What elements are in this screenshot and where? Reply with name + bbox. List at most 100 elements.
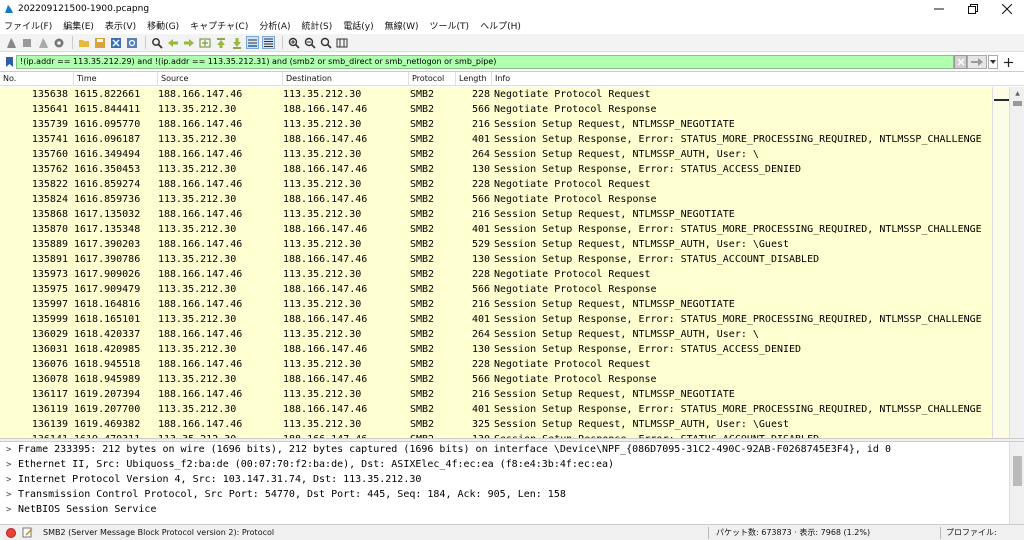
save-file-icon[interactable] — [93, 36, 106, 49]
apply-filter-button[interactable] — [967, 55, 987, 69]
menu-statistics[interactable]: 統計(S) — [302, 19, 333, 32]
minimize-button[interactable] — [922, 0, 956, 17]
packet-row[interactable]: 136139 1619.469382 188.166.147.46 113.35.21… — [0, 417, 1008, 432]
column-header-time[interactable]: Time — [74, 72, 158, 86]
go-back-icon[interactable] — [166, 36, 179, 49]
column-header-no[interactable]: No. — [0, 72, 74, 86]
close-button[interactable] — [990, 0, 1024, 17]
packet-row[interactable]: 135822 1616.859274 188.166.147.46 113.35.21… — [0, 177, 1008, 192]
clear-filter-button[interactable] — [954, 55, 967, 69]
expand-arrow-icon[interactable]: > — [6, 488, 18, 503]
go-last-packet-icon[interactable] — [230, 36, 243, 49]
scroll-up-icon[interactable]: ▲ — [1010, 87, 1024, 100]
packet-row[interactable]: 135997 1618.164816 188.166.147.46 113.35.21… — [0, 297, 1008, 312]
menu-go[interactable]: 移動(G) — [147, 19, 179, 32]
expand-arrow-icon[interactable]: > — [6, 443, 18, 458]
filter-bookmark-icon[interactable] — [2, 55, 16, 69]
menu-edit[interactable]: 編集(E) — [63, 19, 94, 32]
packet-minimap[interactable] — [992, 87, 1009, 438]
column-header-protocol[interactable]: Protocol — [409, 72, 456, 86]
open-file-icon[interactable] — [77, 36, 90, 49]
go-forward-icon[interactable] — [182, 36, 195, 49]
packet-row[interactable]: 136076 1618.945518 188.166.147.46 113.35.21… — [0, 357, 1008, 372]
packet-row[interactable]: 135739 1616.095770 188.166.147.46 113.35.21… — [0, 117, 1008, 132]
menu-tools[interactable]: ツール(T) — [430, 19, 470, 32]
stop-capture-icon[interactable] — [20, 36, 33, 49]
packet-destination: 113.35.212.30 — [283, 419, 362, 430]
detail-row-frame[interactable]: > Frame 233395: 212 bytes on wire (1696 b… — [0, 442, 1024, 457]
colorize-icon[interactable] — [262, 36, 275, 49]
packet-length: 130 — [471, 164, 490, 175]
resize-columns-icon[interactable] — [335, 36, 348, 49]
zoom-out-icon[interactable] — [303, 36, 316, 49]
autoscroll-icon[interactable] — [246, 36, 259, 49]
zoom-normal-icon[interactable] — [319, 36, 332, 49]
packet-protocol: SMB2 — [410, 269, 435, 280]
find-packet-icon[interactable] — [150, 36, 163, 49]
packet-row[interactable]: 135638 1615.822661 188.166.147.46 113.35.21… — [0, 87, 1008, 102]
reload-file-icon[interactable] — [125, 36, 138, 49]
menu-file[interactable]: ファイル(F) — [4, 19, 52, 32]
packet-row[interactable]: 135741 1616.096187 113.35.212.30 188.166.14… — [0, 132, 1008, 147]
expand-arrow-icon[interactable]: > — [6, 458, 18, 473]
restore-button[interactable] — [956, 0, 990, 17]
menu-capture[interactable]: キャプチャ(C) — [190, 19, 248, 32]
packet-list-scrollbar[interactable]: ▲ — [1009, 87, 1024, 438]
packet-info: Negotiate Protocol Request — [494, 359, 651, 370]
details-scrollbar-thumb[interactable] — [1013, 456, 1022, 486]
column-header-source[interactable]: Source — [158, 72, 283, 86]
menu-help[interactable]: ヘルプ(H) — [480, 19, 521, 32]
packet-row[interactable]: 136031 1618.420985 113.35.212.30 188.166.14… — [0, 342, 1008, 357]
expand-arrow-icon[interactable]: > — [6, 503, 18, 518]
start-capture-icon[interactable] — [4, 36, 17, 49]
go-first-packet-icon[interactable] — [214, 36, 227, 49]
menu-telephony[interactable]: 電話(y) — [343, 19, 373, 32]
packet-source: 188.166.147.46 — [158, 209, 243, 220]
packet-row[interactable]: 135973 1617.909026 188.166.147.46 113.35.21… — [0, 267, 1008, 282]
packet-row[interactable]: 135975 1617.909479 113.35.212.30 188.166.14… — [0, 282, 1008, 297]
display-filter-input[interactable]: !(ip.addr == 113.35.212.29) and !(ip.add… — [16, 55, 954, 69]
packet-number: 135975 — [31, 284, 68, 295]
packet-row[interactable]: 135824 1616.859736 113.35.212.30 188.166.14… — [0, 192, 1008, 207]
edit-comment-icon[interactable] — [21, 527, 33, 539]
column-header-destination[interactable]: Destination — [283, 72, 409, 86]
status-profile[interactable]: プロファイル: Default — [946, 525, 1024, 540]
detail-row-netbios[interactable]: > NetBIOS Session Service — [0, 502, 1024, 517]
packet-row[interactable]: 136119 1619.207700 113.35.212.30 188.166.14… — [0, 402, 1008, 417]
scrollbar-thumb[interactable] — [1013, 101, 1022, 106]
detail-row-tcp[interactable]: > Transmission Control Protocol, Src Port… — [0, 487, 1024, 502]
packet-row[interactable]: 135999 1618.165101 113.35.212.30 188.166.14… — [0, 312, 1008, 327]
go-to-packet-icon[interactable] — [198, 36, 211, 49]
menu-view[interactable]: 表示(V) — [105, 19, 136, 32]
column-header-info[interactable]: Info — [492, 72, 992, 86]
packet-destination: 113.35.212.30 — [283, 89, 362, 100]
packet-row[interactable]: 135762 1616.350453 113.35.212.30 188.166.14… — [0, 162, 1008, 177]
packet-row[interactable]: 135760 1616.349494 188.166.147.46 113.35.21… — [0, 147, 1008, 162]
packet-source: 113.35.212.30 — [158, 254, 237, 265]
packet-row[interactable]: 136117 1619.207394 188.166.147.46 113.35.21… — [0, 387, 1008, 402]
capture-options-icon[interactable] — [52, 36, 65, 49]
close-file-icon[interactable] — [109, 36, 122, 49]
menu-analyze[interactable]: 分析(A) — [259, 19, 290, 32]
packet-row[interactable]: 135870 1617.135348 113.35.212.30 188.166.14… — [0, 222, 1008, 237]
packet-row[interactable]: 135868 1617.135032 188.166.147.46 113.35.21… — [0, 207, 1008, 222]
details-scrollbar[interactable] — [1009, 442, 1024, 524]
packet-row[interactable]: 136078 1618.945989 113.35.212.30 188.166.14… — [0, 372, 1008, 387]
filter-history-dropdown[interactable] — [988, 55, 998, 69]
add-filter-button-icon[interactable] — [1002, 54, 1014, 70]
restart-capture-icon[interactable] — [36, 36, 49, 49]
packet-row[interactable]: 136029 1618.420337 188.166.147.46 113.35.21… — [0, 327, 1008, 342]
packet-destination: 188.166.147.46 — [283, 254, 368, 265]
detail-row-ethernet[interactable]: > Ethernet II, Src: Ubiquoss_f2:ba:de (00… — [0, 457, 1024, 472]
packet-row[interactable]: 135891 1617.390786 113.35.212.30 188.166.14… — [0, 252, 1008, 267]
packet-row[interactable]: 135641 1615.844411 113.35.212.30 188.166.14… — [0, 102, 1008, 117]
zoom-in-icon[interactable] — [287, 36, 300, 49]
capture-status-icon[interactable] — [6, 527, 16, 538]
expand-arrow-icon[interactable]: > — [6, 473, 18, 488]
menu-wireless[interactable]: 無線(W) — [385, 19, 419, 32]
detail-row-ip[interactable]: > Internet Protocol Version 4, Src: 103.1… — [0, 472, 1024, 487]
packet-destination: 188.166.147.46 — [283, 404, 368, 415]
column-header-length[interactable]: Length — [456, 72, 492, 86]
packet-row[interactable]: 135889 1617.390203 188.166.147.46 113.35.21… — [0, 237, 1008, 252]
packet-number: 135868 — [31, 209, 68, 220]
